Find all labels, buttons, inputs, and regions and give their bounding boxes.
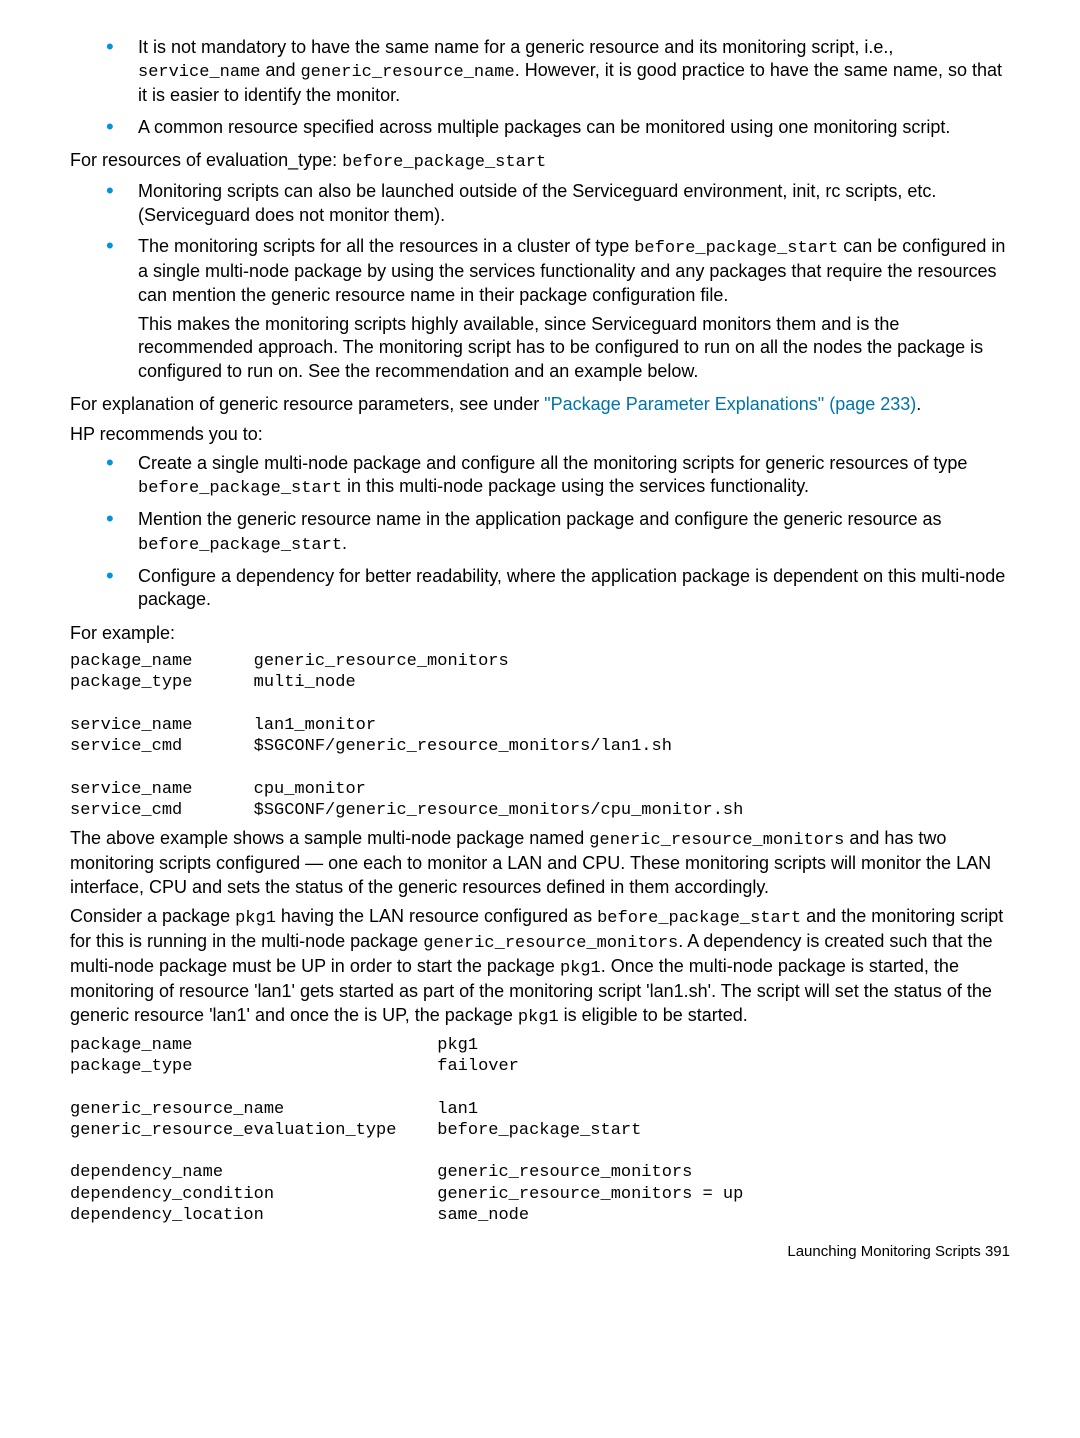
code-inline: before_package_start bbox=[634, 239, 838, 258]
text: having the LAN resource configured as bbox=[276, 906, 597, 926]
code-inline: before_package_start bbox=[138, 536, 342, 555]
text: in this multi-node package using the ser… bbox=[342, 476, 809, 496]
text: . bbox=[916, 394, 921, 414]
list-item: Mention the generic resource name in the… bbox=[118, 508, 1010, 556]
sub-paragraph: This makes the monitoring scripts highly… bbox=[138, 313, 1010, 383]
text: Monitoring scripts can also be launched … bbox=[138, 181, 936, 224]
text: is eligible to be started. bbox=[559, 1005, 748, 1025]
paragraph: For resources of evaluation_type: before… bbox=[70, 149, 1010, 174]
text: Configure a dependency for better readab… bbox=[138, 566, 1005, 609]
paragraph: For explanation of generic resource para… bbox=[70, 393, 1010, 416]
text: Consider a package bbox=[70, 906, 235, 926]
paragraph: HP recommends you to: bbox=[70, 423, 1010, 446]
list-item: Configure a dependency for better readab… bbox=[118, 565, 1010, 612]
code-inline: pkg1 bbox=[560, 959, 601, 978]
code-inline: generic_resource_name bbox=[300, 63, 514, 82]
text: Mention the generic resource name in the… bbox=[138, 509, 942, 529]
list-item: A common resource specified across multi… bbox=[118, 116, 1010, 139]
list-item: The monitoring scripts for all the resou… bbox=[118, 235, 1010, 383]
page-footer: Launching Monitoring Scripts 391 bbox=[70, 1242, 1010, 1262]
text: It is not mandatory to have the same nam… bbox=[138, 37, 893, 57]
text: For explanation of generic resource para… bbox=[70, 394, 544, 414]
text: and bbox=[260, 60, 300, 80]
list-item: Monitoring scripts can also be launched … bbox=[118, 180, 1010, 227]
code-inline: pkg1 bbox=[518, 1008, 559, 1027]
text: For resources of evaluation_type: bbox=[70, 150, 342, 170]
code-inline: service_name bbox=[138, 63, 260, 82]
text: A common resource specified across multi… bbox=[138, 117, 950, 137]
bullet-list-3: Create a single multi-node package and c… bbox=[70, 452, 1010, 612]
code-inline: generic_resource_monitors bbox=[589, 831, 844, 850]
code-inline: before_package_start bbox=[342, 153, 546, 172]
code-inline: before_package_start bbox=[138, 479, 342, 498]
paragraph: Consider a package pkg1 having the LAN r… bbox=[70, 905, 1010, 1029]
cross-reference-link[interactable]: "Package Parameter Explanations" (page 2… bbox=[544, 394, 916, 414]
bullet-list-1: It is not mandatory to have the same nam… bbox=[70, 36, 1010, 139]
text: The above example shows a sample multi-n… bbox=[70, 828, 589, 848]
paragraph: The above example shows a sample multi-n… bbox=[70, 827, 1010, 899]
code-inline: before_package_start bbox=[597, 909, 801, 928]
text: Create a single multi-node package and c… bbox=[138, 453, 967, 473]
text: . bbox=[342, 533, 347, 553]
list-item: It is not mandatory to have the same nam… bbox=[118, 36, 1010, 108]
code-inline: generic_resource_monitors bbox=[423, 934, 678, 953]
paragraph: For example: bbox=[70, 622, 1010, 645]
code-block: package_name generic_resource_monitors p… bbox=[70, 651, 1010, 821]
bullet-list-2: Monitoring scripts can also be launched … bbox=[70, 180, 1010, 383]
code-inline: pkg1 bbox=[235, 909, 276, 928]
text: The monitoring scripts for all the resou… bbox=[138, 236, 634, 256]
code-block: package_name pkg1 package_type failover … bbox=[70, 1035, 1010, 1226]
list-item: Create a single multi-node package and c… bbox=[118, 452, 1010, 500]
